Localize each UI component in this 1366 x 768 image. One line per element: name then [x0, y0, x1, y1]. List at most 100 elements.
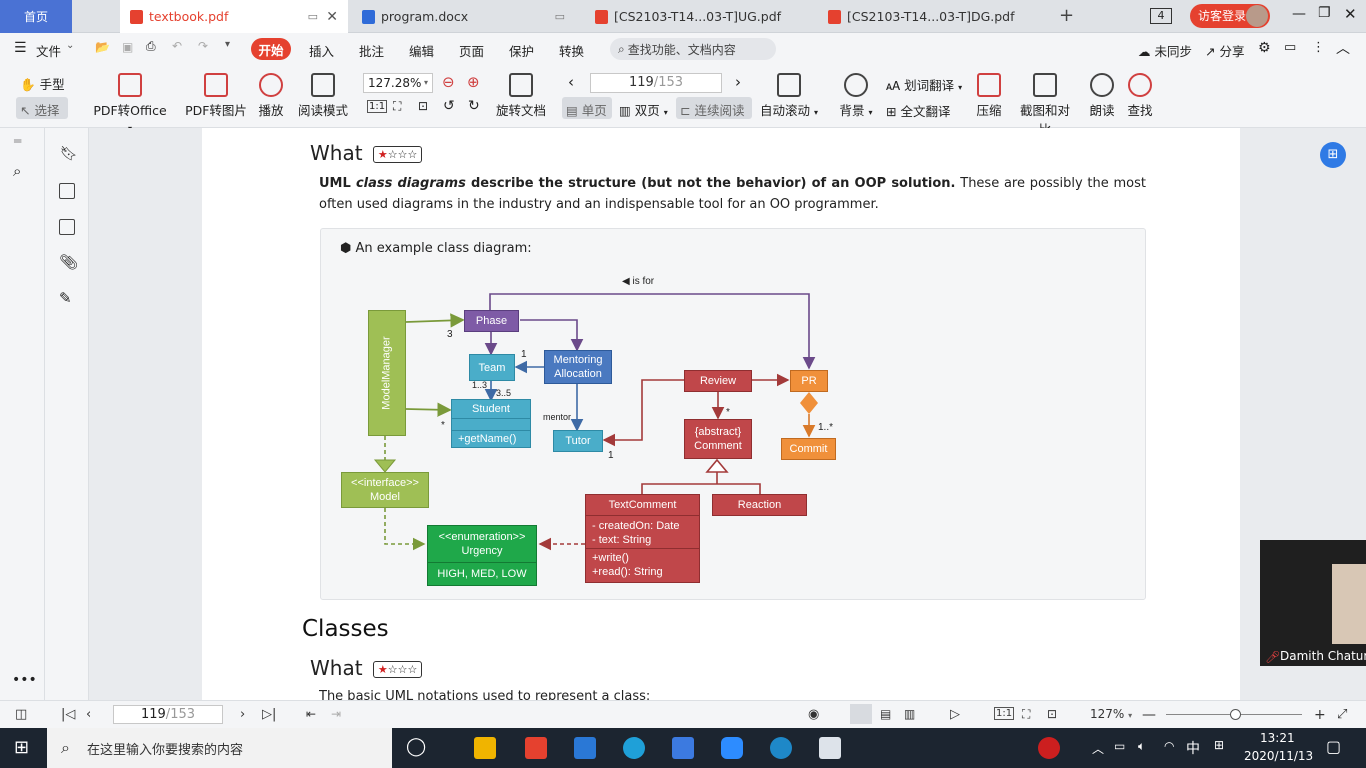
volume-icon[interactable]: 🔈︎	[1138, 739, 1145, 754]
back-icon[interactable]: ⇤	[306, 707, 316, 721]
keyboard-icon[interactable]: ⊞	[1214, 738, 1224, 752]
menu-file[interactable]: 文件	[36, 41, 61, 60]
play-icon[interactable]: ▷	[950, 707, 960, 722]
open-icon[interactable]: 📂	[95, 40, 110, 54]
single-page-button[interactable]: ▤ 单页	[562, 97, 612, 119]
fit-page-icon[interactable]: ⛶	[1022, 707, 1030, 722]
page-number-input[interactable]: 119/153	[590, 73, 722, 93]
clock-date[interactable]: 2020/11/13	[1244, 749, 1313, 763]
compress-button[interactable]: 压缩	[975, 73, 1003, 119]
fit-width-icon[interactable]: ⊡	[1047, 707, 1057, 721]
zoom-out-icon[interactable]: —	[1142, 707, 1156, 723]
print-icon[interactable]: ⎙	[146, 39, 156, 54]
close-icon[interactable]: ✕	[326, 9, 338, 25]
menu-page[interactable]: 页面	[459, 41, 484, 60]
ime-indicator[interactable]: 中	[1186, 738, 1200, 758]
rotate-doc-button[interactable]: 旋转文档	[496, 73, 546, 119]
menu-insert[interactable]: 插入	[309, 41, 334, 60]
share-button[interactable]: ↗ 分享	[1205, 41, 1244, 60]
signature-icon[interactable]: ✎	[59, 289, 72, 307]
tab-ug[interactable]: [CS2103-T14...03-T]UG.pdf	[585, 0, 813, 33]
restore-icon[interactable]: ❐	[1318, 5, 1331, 21]
window-icon[interactable]: ▭	[555, 10, 565, 23]
play-button[interactable]: 播放	[256, 73, 286, 119]
task-view-icon[interactable]: ◯	[406, 736, 426, 757]
prev-page-icon[interactable]: ‹	[568, 73, 574, 91]
tab-count-badge[interactable]: 4	[1150, 8, 1172, 24]
clock-time[interactable]: 13:21	[1260, 731, 1295, 745]
taskbar-search[interactable]: ⌕ 在这里输入你要搜索的内容	[47, 728, 392, 768]
full-translate-button[interactable]: ⊞ 全文翻译	[886, 101, 950, 120]
drag-handle-icon[interactable]: ═	[14, 134, 21, 148]
reader-icon[interactable]	[819, 737, 841, 759]
redo-icon[interactable]: ↷	[198, 39, 208, 53]
notification-icon[interactable]: ▢	[1326, 737, 1341, 756]
windows-start-icon[interactable]: ⊞	[14, 737, 29, 758]
zoom-level[interactable]: 127% ▾	[1090, 707, 1132, 721]
wps-icon[interactable]	[672, 737, 694, 759]
background-button[interactable]: 背景 ▾	[838, 73, 874, 119]
menu-start[interactable]: 开始	[251, 38, 291, 60]
tab-program[interactable]: program.docx ▭	[352, 0, 577, 33]
pdf-to-image-button[interactable]: PDF转图片	[185, 73, 247, 119]
network-icon[interactable]: ◠	[1164, 739, 1174, 753]
zoom-out-icon[interactable]: ⊖	[442, 73, 455, 91]
bookmark-icon[interactable]: 🔖︎	[60, 146, 78, 162]
chevron-down-icon[interactable]: ⌄	[66, 40, 74, 51]
zoom-app-icon[interactable]	[721, 737, 743, 759]
forward-icon[interactable]: ⇥	[331, 707, 341, 721]
rotate-right-icon[interactable]: ↻	[468, 98, 480, 114]
close-window-icon[interactable]: ✕	[1344, 5, 1357, 23]
more-icon[interactable]: ⋮	[1312, 40, 1325, 55]
word-translate-button[interactable]: 🗚 划词翻译 ▾	[886, 75, 962, 94]
last-page-icon[interactable]: ▷|	[262, 707, 276, 722]
status-page-input[interactable]: 119/153	[113, 705, 223, 724]
file-explorer-icon[interactable]	[474, 737, 496, 759]
new-tab-button[interactable]: +	[1059, 5, 1074, 26]
app-icon-red[interactable]	[525, 737, 547, 759]
fit-width-icon[interactable]: ⊡	[418, 99, 428, 113]
save-icon[interactable]: ▣	[122, 40, 133, 54]
rotate-left-icon[interactable]: ↺	[443, 98, 455, 114]
select-tool[interactable]: ↖ 选择	[16, 97, 68, 119]
find-button[interactable]: 查找	[1126, 73, 1154, 119]
single-page-view-icon[interactable]	[850, 704, 872, 724]
chevron-down-icon[interactable]: ▾	[225, 39, 230, 50]
attachment-icon[interactable]: 📎︎	[59, 253, 78, 271]
read-mode-button[interactable]: 阅读模式	[297, 73, 349, 119]
next-page-icon[interactable]: ›	[240, 707, 245, 722]
zoom-select[interactable]: 127.28% ▾	[363, 73, 433, 93]
zoom-in-icon[interactable]: ⊕	[467, 73, 480, 91]
continuous-view-icon[interactable]: ▤	[880, 707, 891, 721]
menu-protect[interactable]: 保护	[509, 41, 534, 60]
thumbnail-icon[interactable]	[59, 183, 75, 199]
autoscroll-button[interactable]: 自动滚动 ▾	[760, 73, 818, 119]
pdf-to-office-button[interactable]: PDF转Office ▾	[90, 73, 170, 134]
battery-icon[interactable]: ▭	[1114, 739, 1125, 753]
tab-home[interactable]: 首页	[0, 0, 72, 33]
prev-page-icon[interactable]: ‹	[86, 707, 91, 722]
browser-icon[interactable]	[770, 737, 792, 759]
menu-annotate[interactable]: 批注	[359, 41, 384, 60]
tab-textbook[interactable]: textbook.pdf ▭ ✕	[120, 0, 348, 33]
next-page-icon[interactable]: ›	[735, 73, 741, 91]
more-icon[interactable]: •••	[12, 672, 37, 688]
zoom-slider-handle[interactable]	[1230, 709, 1241, 720]
hand-tool[interactable]: ✋ 手型	[20, 74, 65, 93]
eye-icon[interactable]: ◉	[808, 707, 819, 722]
avatar[interactable]	[1246, 5, 1268, 27]
sync-status[interactable]: ☁ 未同步	[1138, 41, 1192, 60]
tray-app-icon[interactable]	[1038, 737, 1060, 759]
double-view-icon[interactable]: ▥	[904, 707, 915, 721]
minimize-icon[interactable]: —	[1292, 6, 1306, 22]
edge-icon[interactable]	[623, 737, 645, 759]
sidebar-toggle-icon[interactable]: ◫	[15, 707, 27, 722]
video-call-overlay[interactable]: 🎤︎ Damith Chatura	[1260, 540, 1366, 666]
window-icon[interactable]: ▭	[308, 10, 318, 23]
hamburger-icon[interactable]: ☰	[14, 40, 27, 56]
actual-size-icon[interactable]: 1:1	[367, 100, 388, 113]
first-page-icon[interactable]: |◁	[61, 707, 75, 722]
mail-icon[interactable]	[574, 737, 596, 759]
fit-page-icon[interactable]: ⛶	[393, 99, 401, 114]
undo-icon[interactable]: ↶	[172, 39, 182, 53]
